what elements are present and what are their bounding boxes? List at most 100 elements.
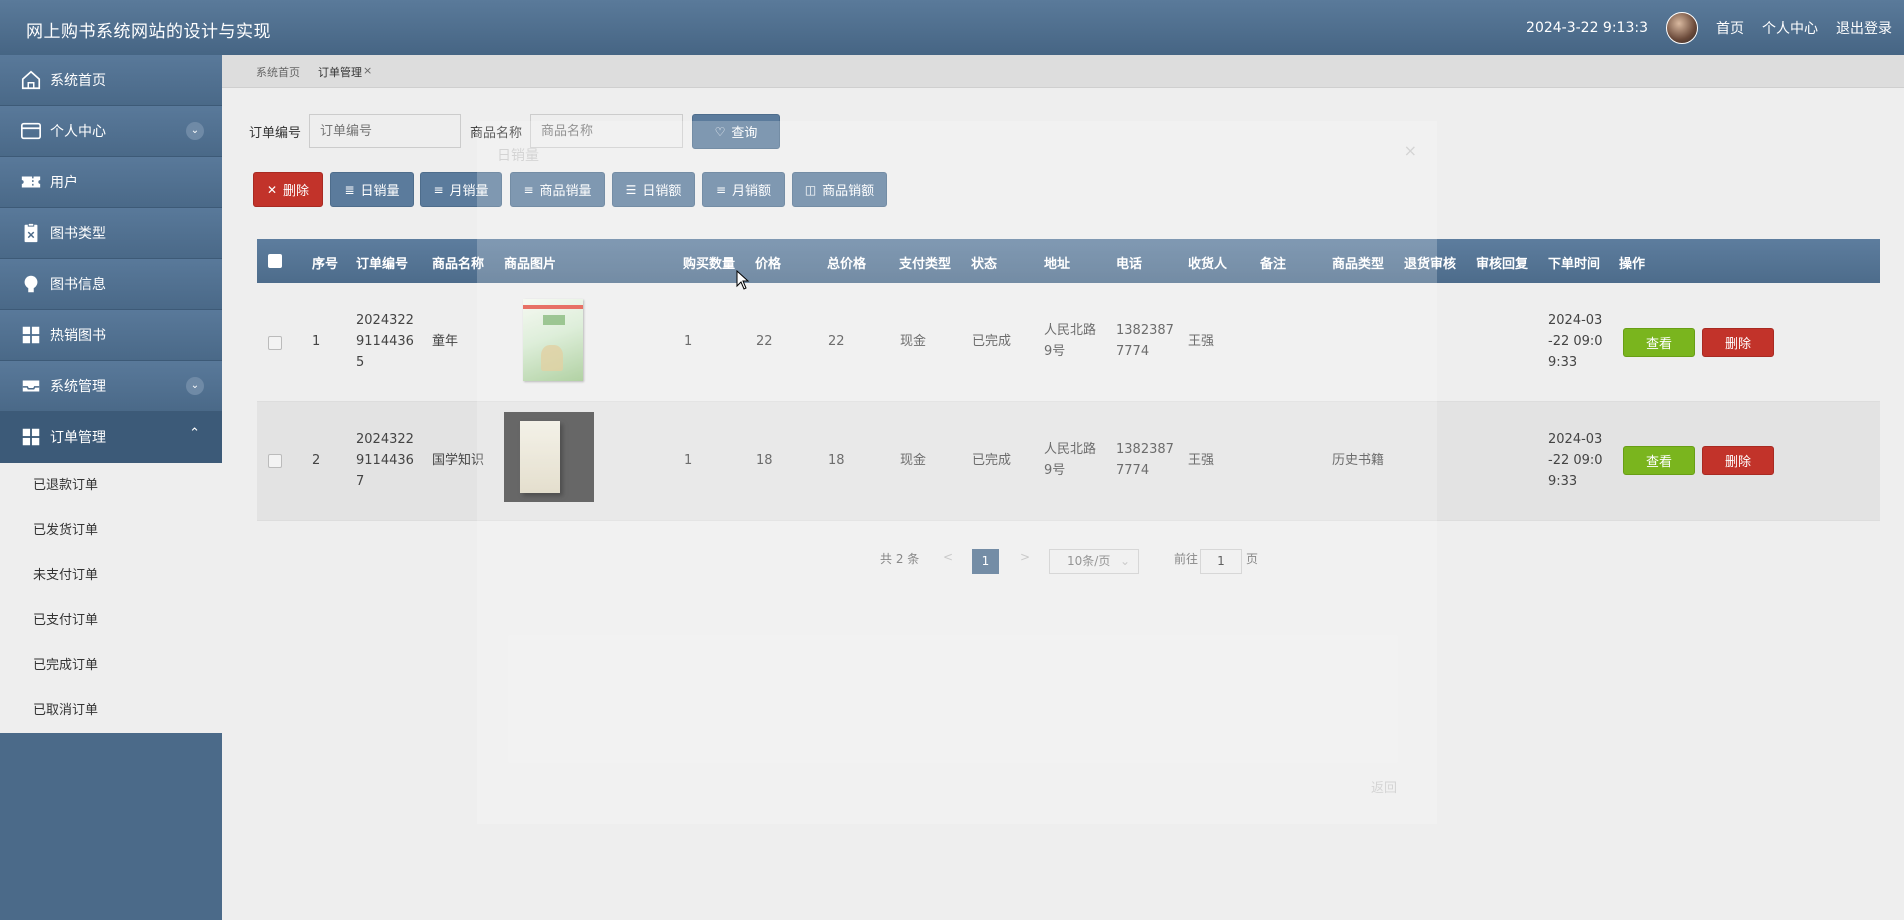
- tab-home[interactable]: 系统首页: [256, 64, 300, 80]
- sidebar-item-book-info[interactable]: 图书信息: [0, 259, 222, 310]
- sidebar-item-book-types[interactable]: 图书类型: [0, 208, 222, 259]
- order-no-input[interactable]: [309, 114, 461, 148]
- cell-order-time: 2024-03 -22 09:0 9:33: [1548, 429, 1603, 492]
- pagination-prev[interactable]: <: [943, 550, 953, 564]
- daily-sales-qty-button[interactable]: ≣ 日销量: [330, 172, 414, 207]
- page-size-select[interactable]: 10条/页 ⌄: [1049, 549, 1139, 574]
- bulb-icon: [20, 273, 42, 295]
- monthly-sales-qty-label: 月销量: [449, 184, 489, 199]
- col-remark: 备注: [1260, 257, 1287, 272]
- sidebar-item-label: 个人中心: [50, 124, 106, 140]
- submenu-completed-orders[interactable]: 已完成订单: [0, 643, 222, 688]
- daily-sales-amt-label: 日销额: [642, 184, 682, 199]
- submenu-refunded-orders[interactable]: 已退款订单: [0, 463, 222, 508]
- product-sales-qty-button[interactable]: ≡ 商品销量: [510, 172, 605, 207]
- sidebar-item-label: 系统首页: [50, 73, 106, 89]
- chevron-down-icon[interactable]: ⌄: [186, 377, 204, 395]
- cell-index: 2: [312, 453, 321, 468]
- cell-receiver: 王强: [1188, 453, 1215, 468]
- sidebar-item-users[interactable]: 用户: [0, 157, 222, 208]
- header-link-logout[interactable]: 退出登录: [1836, 18, 1892, 38]
- monthly-sales-amt-label: 月销额: [732, 184, 772, 199]
- cell-order-no: 2024322 9114436 5: [356, 310, 414, 373]
- select-all-checkbox[interactable]: [268, 254, 282, 268]
- product-sales-amt-button[interactable]: ◫ 商品销额: [792, 172, 887, 207]
- book-cover: [520, 421, 560, 493]
- col-receiver: 收货人: [1188, 257, 1228, 272]
- cell-order-no-line: 5: [356, 355, 365, 370]
- sidebar-item-label: 订单管理: [50, 430, 106, 446]
- query-button[interactable]: ♡ 查询: [692, 114, 780, 149]
- sidebar-item-orders[interactable]: 订单管理 ⌃: [0, 412, 222, 463]
- card-icon: [20, 120, 42, 142]
- goto-page-input[interactable]: 1: [1200, 549, 1242, 574]
- col-review-reply: 审核回复: [1476, 257, 1529, 272]
- row-checkbox[interactable]: [268, 454, 282, 468]
- product-sales-amt-label: 商品销额: [822, 184, 875, 199]
- chevron-down-icon[interactable]: ⌄: [186, 122, 204, 140]
- home-icon: [20, 69, 42, 91]
- sidebar-item-label: 图书信息: [50, 277, 106, 293]
- book-cover-title-mark: [543, 315, 565, 325]
- cell-qty: 1: [684, 334, 693, 349]
- submenu-paid-orders[interactable]: 已支付订单: [0, 598, 222, 643]
- cell-order-no-line: 7: [356, 474, 365, 489]
- col-phone: 电话: [1116, 257, 1143, 272]
- col-status: 状态: [971, 257, 998, 272]
- product-name-input[interactable]: [530, 114, 683, 148]
- align-icon: ≡: [523, 182, 534, 197]
- pagination-page-1[interactable]: 1: [972, 549, 999, 574]
- sidebar-item-label: 系统管理: [50, 379, 106, 395]
- batch-delete-button[interactable]: ✕ 删除: [253, 172, 323, 207]
- cell-time-line: 2024-03: [1548, 432, 1603, 447]
- col-category: 商品类型: [1332, 257, 1385, 272]
- daily-sales-qty-label: 日销量: [360, 184, 400, 199]
- daily-sales-amt-button[interactable]: ☰ 日销额: [612, 172, 695, 207]
- product-sales-qty-label: 商品销量: [539, 184, 592, 199]
- cell-time-line: 9:33: [1548, 355, 1578, 370]
- sidebar-item-label: 热销图书: [50, 328, 106, 344]
- pagination-total: 共 2 条: [880, 552, 920, 566]
- col-address: 地址: [1044, 257, 1071, 272]
- chevron-up-icon[interactable]: ⌃: [189, 426, 200, 441]
- dialog-return-button[interactable]: 返回: [1371, 777, 1397, 796]
- cell-phone-line: 7774: [1116, 344, 1150, 359]
- monthly-sales-qty-button[interactable]: ≡ 月销量: [420, 172, 502, 207]
- tab-bar: 系统首页 订单管理 ×: [222, 55, 1904, 88]
- list-icon: ☰: [625, 182, 637, 197]
- basket-icon: ◫: [804, 182, 817, 197]
- pagination-next[interactable]: >: [1020, 550, 1030, 564]
- col-product-image: 商品图片: [504, 257, 557, 272]
- query-button-label: 查询: [731, 126, 758, 141]
- view-button[interactable]: 查看: [1623, 446, 1695, 475]
- avatar[interactable]: [1666, 11, 1698, 44]
- col-actions: 操作: [1619, 257, 1646, 272]
- sidebar-item-home[interactable]: 系统首页: [0, 55, 222, 106]
- sidebar-item-hot-books[interactable]: 热销图书: [0, 310, 222, 361]
- cell-price: 18: [756, 453, 773, 468]
- product-image[interactable]: [504, 412, 594, 502]
- header-link-profile[interactable]: 个人中心: [1762, 18, 1818, 38]
- cell-order-time: 2024-03 -22 09:0 9:33: [1548, 310, 1603, 373]
- tab-orders[interactable]: 订单管理: [318, 64, 362, 80]
- dialog-close-icon[interactable]: ×: [1404, 141, 1417, 160]
- submenu-unpaid-orders[interactable]: 未支付订单: [0, 553, 222, 598]
- header-link-home[interactable]: 首页: [1716, 18, 1744, 38]
- monthly-sales-amt-button[interactable]: ≡ 月销额: [702, 172, 785, 207]
- row-checkbox[interactable]: [268, 336, 282, 350]
- delete-button[interactable]: 删除: [1702, 446, 1774, 475]
- submenu-shipped-orders[interactable]: 已发货订单: [0, 508, 222, 553]
- goto-prefix: 前往: [1174, 552, 1199, 566]
- sidebar-item-profile[interactable]: 个人中心 ⌄: [0, 106, 222, 157]
- cell-order-no-line: 9114436: [356, 334, 414, 349]
- col-qty: 购买数量: [683, 257, 736, 272]
- cell-total: 18: [828, 453, 845, 468]
- delete-button[interactable]: 删除: [1702, 328, 1774, 357]
- cell-pay-type: 现金: [900, 453, 927, 468]
- cell-category: 历史书籍: [1332, 453, 1385, 468]
- sidebar-item-system[interactable]: 系统管理 ⌄: [0, 361, 222, 412]
- view-button[interactable]: 查看: [1623, 328, 1695, 357]
- tab-close-icon[interactable]: ×: [363, 64, 372, 77]
- product-image[interactable]: [523, 299, 583, 381]
- submenu-cancelled-orders[interactable]: 已取消订单: [0, 688, 222, 733]
